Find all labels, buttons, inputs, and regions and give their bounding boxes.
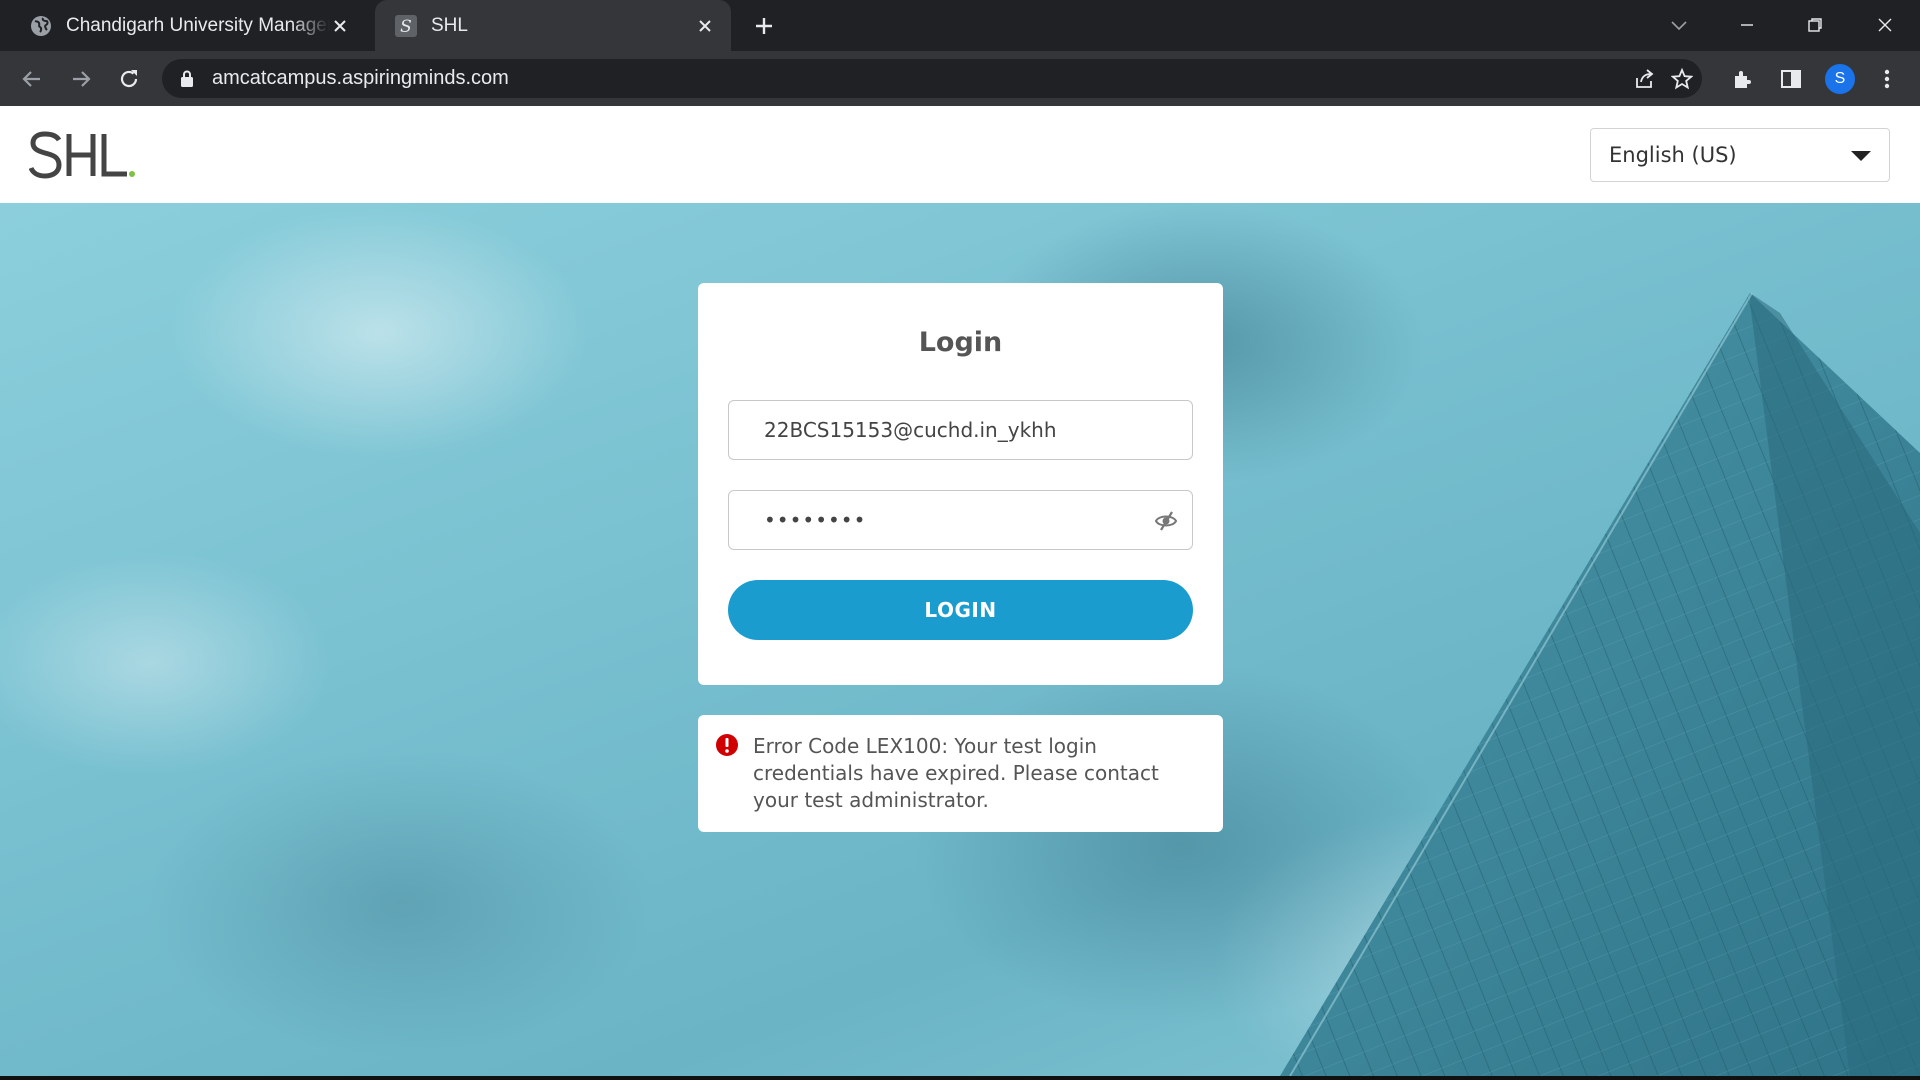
- username-input[interactable]: [728, 400, 1193, 460]
- caret-down-icon: [1851, 151, 1871, 161]
- kebab-menu-icon[interactable]: [1873, 65, 1901, 93]
- error-icon: [715, 733, 739, 762]
- browser-toolbar: amcatcampus.aspiringminds.com S: [0, 51, 1920, 106]
- restore-icon[interactable]: [1800, 10, 1830, 40]
- tab-search-chevron-down-icon[interactable]: [1664, 10, 1694, 40]
- login-button[interactable]: LOGIN: [728, 580, 1193, 640]
- close-icon[interactable]: [330, 16, 350, 36]
- address-bar[interactable]: amcatcampus.aspiringminds.com: [162, 59, 1702, 98]
- language-selected-label: English (US): [1609, 143, 1737, 167]
- site-header: English (US): [0, 106, 1920, 203]
- url-text[interactable]: amcatcampus.aspiringminds.com: [212, 67, 509, 90]
- profile-avatar[interactable]: S: [1825, 64, 1855, 94]
- lock-icon[interactable]: [180, 70, 194, 92]
- minimize-icon[interactable]: [1732, 10, 1762, 40]
- browser-tab-strip: Chandigarh University Management S SHL: [0, 0, 1920, 51]
- error-message-box: Error Code LEX100: Your test login crede…: [698, 715, 1223, 832]
- tab-title: Chandigarh University Management: [66, 14, 330, 36]
- login-title: Login: [918, 327, 1003, 358]
- globe-icon: [30, 15, 52, 37]
- close-icon[interactable]: [695, 16, 715, 36]
- back-arrow-icon[interactable]: [17, 64, 47, 94]
- side-panel-icon[interactable]: [1777, 65, 1805, 93]
- web-page: English (US) Login 22BCS15153@cuchd.in_y…: [0, 106, 1920, 1076]
- svg-text:S: S: [400, 17, 412, 37]
- error-message-text: Error Code LEX100: Your test login crede…: [753, 734, 1159, 812]
- extensions-puzzle-icon[interactable]: [1729, 65, 1757, 93]
- language-select[interactable]: English (US): [1590, 128, 1890, 182]
- bookmark-star-icon[interactable]: [1670, 67, 1694, 91]
- login-card: Login LOGIN: [698, 283, 1223, 685]
- password-input[interactable]: [728, 490, 1193, 550]
- bottom-edge: [0, 1076, 1920, 1080]
- new-tab-icon[interactable]: [750, 12, 778, 40]
- tab-shl[interactable]: S SHL: [375, 0, 731, 51]
- eye-slash-icon[interactable]: [1153, 508, 1179, 534]
- reload-icon[interactable]: [114, 64, 144, 94]
- close-window-icon[interactable]: [1870, 10, 1900, 40]
- shl-logo[interactable]: [28, 130, 139, 187]
- tab-chandigarh-university[interactable]: Chandigarh University Management: [10, 0, 366, 51]
- forward-arrow-icon[interactable]: [66, 64, 96, 94]
- share-icon[interactable]: [1632, 67, 1656, 91]
- shl-favicon-icon: S: [395, 14, 417, 37]
- hero-background: Login LOGIN Error Code LEX100: Your test…: [0, 203, 1920, 1076]
- tab-title: SHL: [431, 14, 468, 36]
